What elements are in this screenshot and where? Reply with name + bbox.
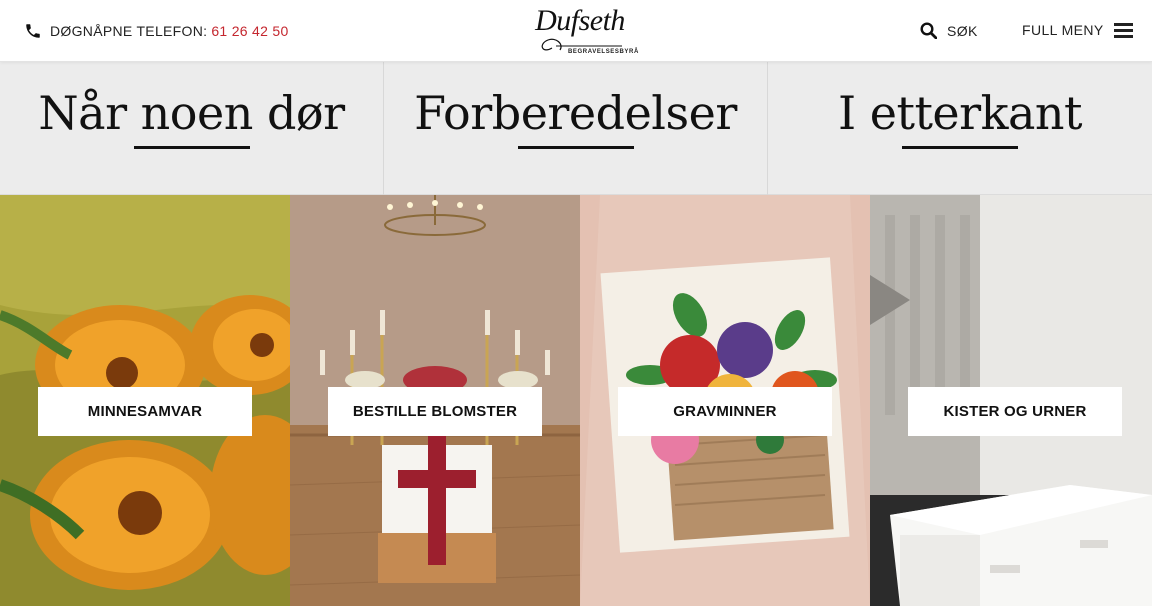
search-label: SØK	[947, 22, 978, 39]
logo-name: Dufseth	[535, 4, 625, 37]
full-menu-button[interactable]: FULL MENY	[1022, 22, 1133, 38]
site-header: DØGNÅPNE TELEFON: 61 26 42 50 Dufseth BE…	[0, 0, 1152, 62]
category-underline	[902, 146, 1018, 149]
phone-number[interactable]: 61 26 42 50	[211, 23, 288, 39]
phone-contact[interactable]: DØGNÅPNE TELEFON: 61 26 42 50	[24, 22, 289, 40]
category-underline	[134, 146, 250, 149]
tile-kister-og-urner[interactable]: KISTER OG URNER	[870, 195, 1152, 606]
service-tiles: MINNESAMVAR BESTILLE BLOMSTER GRAVMINNER…	[0, 195, 1152, 606]
kister-og-urner-button[interactable]: KISTER OG URNER	[908, 387, 1122, 436]
category-underline	[518, 146, 634, 149]
bestille-blomster-button[interactable]: BESTILLE BLOMSTER	[328, 387, 542, 436]
phone-icon	[26, 24, 40, 38]
logo-subtitle: BEGRAVELSESBYRÅ	[568, 49, 639, 55]
search-button[interactable]: SØK	[920, 22, 978, 39]
search-icon	[920, 22, 937, 39]
phone-label: DØGNÅPNE TELEFON:	[50, 23, 208, 39]
tile-minnesamvar[interactable]: MINNESAMVAR	[0, 195, 290, 606]
tile-bestille-blomster[interactable]: BESTILLE BLOMSTER	[290, 195, 580, 606]
category-nar-noen-dor[interactable]: Når noen dør	[0, 62, 384, 195]
tile-gravminner[interactable]: GRAVMINNER	[580, 195, 870, 606]
menu-label: FULL MENY	[1022, 22, 1104, 38]
hamburger-icon	[1113, 22, 1133, 38]
category-nav: Når noen dør Forberedelser I etterkant	[0, 62, 1152, 195]
category-title: Forberedelser	[414, 86, 737, 140]
logo[interactable]: Dufseth BEGRAVELSESBYRÅ	[534, 4, 638, 60]
category-i-etterkant[interactable]: I etterkant	[768, 62, 1152, 195]
category-title: Når noen dør	[38, 86, 345, 140]
gravminner-button[interactable]: GRAVMINNER	[618, 387, 832, 436]
minnesamvar-button[interactable]: MINNESAMVAR	[38, 387, 252, 436]
category-title: I etterkant	[837, 86, 1083, 140]
category-forberedelser[interactable]: Forberedelser	[384, 62, 768, 195]
